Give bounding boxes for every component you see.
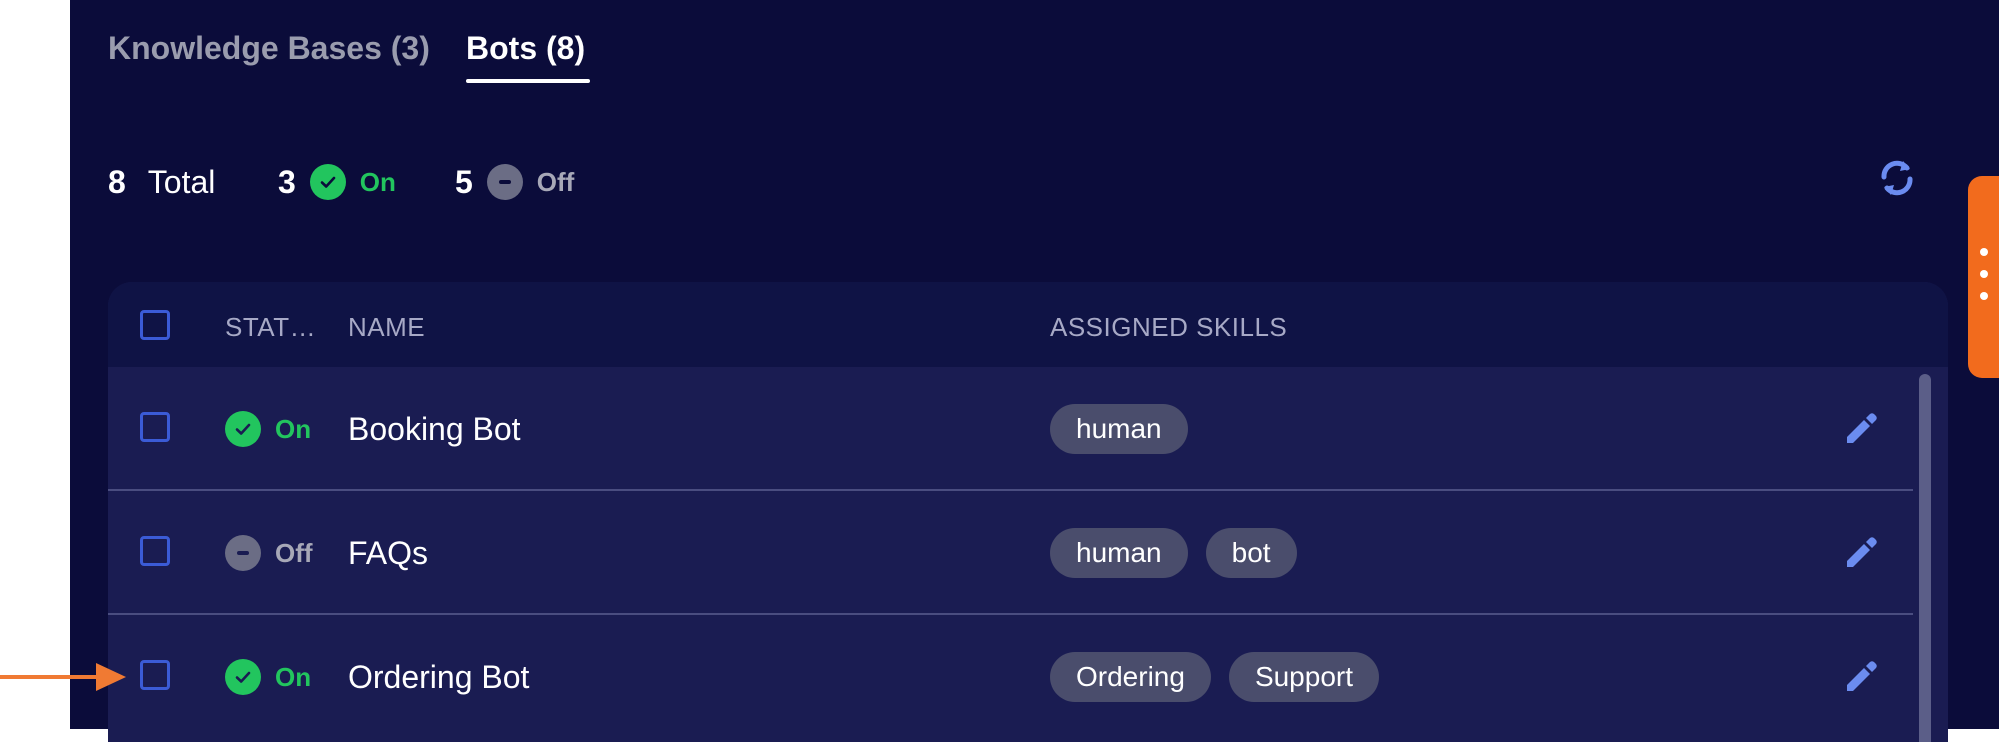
row-checkbox[interactable] — [140, 660, 170, 690]
row-checkbox[interactable] — [140, 412, 170, 442]
bot-name[interactable]: FAQs — [348, 535, 428, 572]
pencil-icon[interactable] — [1843, 659, 1879, 695]
side-panel-handle[interactable] — [1968, 176, 1999, 378]
status-label: On — [275, 413, 312, 444]
skill-chip: Support — [1228, 652, 1380, 702]
summary-on: 3 On — [278, 160, 396, 204]
skill-chips: Ordering Support — [1050, 652, 1380, 702]
on-label: On — [359, 166, 396, 197]
header-name[interactable]: NAME — [348, 312, 425, 343]
pencil-icon[interactable] — [1843, 535, 1879, 571]
skill-chip: human — [1050, 404, 1188, 454]
skill-chip: Ordering — [1050, 652, 1211, 702]
refresh-icon[interactable] — [1876, 155, 1918, 201]
skill-chips: human — [1050, 404, 1188, 454]
table-row[interactable]: Off FAQs human bot — [108, 491, 1913, 615]
table-scrollbar[interactable] — [1919, 374, 1931, 742]
status-label: Off — [275, 537, 313, 568]
handle-dot — [1980, 270, 1988, 278]
tab-bots[interactable]: Bots (8) — [466, 30, 585, 67]
check-circle-icon — [309, 164, 346, 200]
status-badge: On — [225, 411, 311, 447]
check-circle-icon — [225, 659, 261, 695]
off-count: 5 — [455, 163, 473, 200]
select-all-checkbox[interactable] — [140, 310, 170, 340]
check-circle-icon — [225, 411, 261, 447]
summary-total: 8 Total — [108, 160, 215, 204]
header-assigned-skills[interactable]: ASSIGNED SKILLS — [1050, 312, 1287, 343]
summary-off: 5 Off — [455, 160, 574, 204]
bot-name[interactable]: Ordering Bot — [348, 659, 529, 696]
skill-chip: bot — [1205, 528, 1297, 578]
handle-dot — [1980, 248, 1988, 256]
total-count: 8 — [108, 163, 126, 200]
total-label: Total — [147, 163, 216, 200]
bots-table: STAT… NAME ASSIGNED SKILLS On Booking Bo… — [108, 282, 1948, 742]
off-label: Off — [536, 166, 575, 197]
bots-panel: Knowledge Bases (3) Bots (8) 8 Total 3 O… — [70, 0, 1999, 742]
handle-dot — [1980, 292, 1988, 300]
row-checkbox[interactable] — [140, 536, 170, 566]
header-status[interactable]: STAT… — [225, 312, 316, 343]
table-row[interactable]: On Booking Bot human — [108, 367, 1913, 491]
skill-chips: human bot — [1050, 528, 1297, 578]
active-tab-indicator — [466, 79, 590, 83]
pencil-icon[interactable] — [1843, 411, 1879, 447]
minus-circle-icon — [486, 164, 523, 200]
arrow-right-icon — [0, 660, 130, 694]
bot-name[interactable]: Booking Bot — [348, 411, 521, 448]
tab-knowledge-bases[interactable]: Knowledge Bases (3) — [108, 30, 430, 67]
on-count: 3 — [278, 163, 296, 200]
skill-chip: human — [1050, 528, 1188, 578]
table-header: STAT… NAME ASSIGNED SKILLS — [108, 282, 1948, 367]
table-row[interactable]: On Ordering Bot Ordering Support — [108, 615, 1913, 739]
minus-circle-icon — [225, 535, 261, 571]
status-badge: On — [225, 659, 311, 695]
status-label: On — [275, 661, 312, 692]
status-badge: Off — [225, 535, 313, 571]
